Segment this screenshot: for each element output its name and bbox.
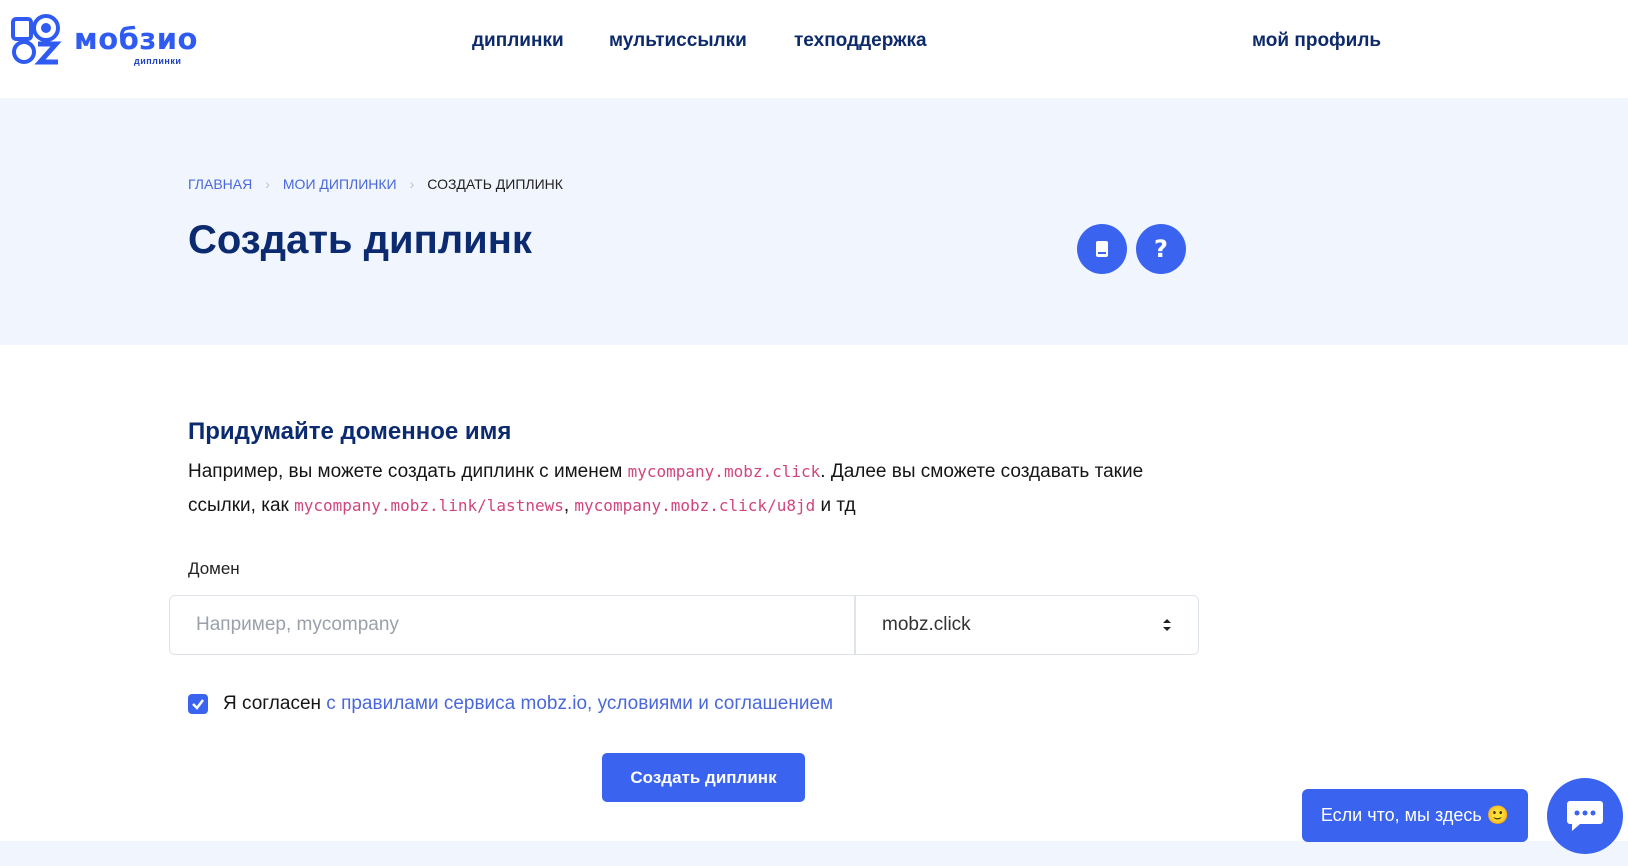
- agree-checkbox[interactable]: [188, 694, 208, 714]
- nav-multilinks[interactable]: мультиссылки: [609, 30, 747, 52]
- chat-icon: [1567, 801, 1603, 831]
- docs-button[interactable]: [1077, 224, 1127, 274]
- create-deeplink-button[interactable]: Создать диплинк: [602, 753, 805, 802]
- domain-input[interactable]: [169, 595, 855, 655]
- zone-select-value: mobz.click: [882, 614, 971, 635]
- code-example: mycompany.mobz.click: [627, 462, 821, 481]
- checkmark-icon: [192, 699, 204, 710]
- help-button[interactable]: ?: [1136, 224, 1186, 274]
- agree-text: Я согласен с правилами сервиса mobz.io, …: [223, 693, 833, 715]
- code-example: mycompany.mobz.link/lastnews: [294, 496, 564, 515]
- site-header: мобзио диплинки диплинки мультиссылки те…: [0, 0, 1628, 98]
- desc-text: и тд: [815, 495, 856, 516]
- nav-support[interactable]: техподдержка: [794, 30, 927, 52]
- sort-arrows-icon: [1163, 619, 1171, 631]
- desc-text: ,: [563, 495, 575, 516]
- zone-select[interactable]: mobz.click: [855, 595, 1199, 655]
- breadcrumb-home[interactable]: ГЛАВНАЯ: [188, 176, 252, 192]
- section-heading: Придумайте доменное имя: [188, 418, 512, 445]
- code-example: mycompany.mobz.click/u8jd: [574, 496, 816, 515]
- logo[interactable]: мобзио диплинки: [10, 14, 197, 68]
- chevron-right-icon: ›: [265, 176, 270, 192]
- logo-mark-icon: [11, 14, 62, 65]
- terms-link[interactable]: с правилами сервиса mobz.io, условиями и…: [326, 693, 833, 714]
- section-description: Например, вы можете создать диплинк с им…: [188, 455, 1188, 523]
- footer-strip: [0, 841, 1628, 866]
- logo-subtitle: диплинки: [134, 56, 182, 66]
- desc-text: Например, вы можете создать диплинк с им…: [188, 461, 628, 482]
- breadcrumb-my-deeplinks[interactable]: МОИ ДИПЛИНКИ: [283, 176, 397, 192]
- nav-profile[interactable]: мой профиль: [1252, 30, 1381, 52]
- agree-label: Я согласен: [223, 693, 327, 714]
- nav-deeplinks[interactable]: диплинки: [472, 30, 564, 52]
- chevron-right-icon: ›: [409, 176, 415, 192]
- question-icon: ?: [1154, 235, 1168, 263]
- breadcrumb: ГЛАВНАЯ › МОИ ДИПЛИНКИ › СОЗДАТЬ ДИПЛИНК: [188, 176, 563, 192]
- breadcrumb-current: СОЗДАТЬ ДИПЛИНК: [427, 176, 563, 192]
- chat-bubble[interactable]: Если что, мы здесь 🙂: [1302, 789, 1528, 842]
- page-title: Создать диплинк: [188, 218, 532, 262]
- chat-button[interactable]: [1547, 778, 1623, 854]
- logo-text: мобзио: [74, 22, 198, 56]
- book-icon: [1096, 241, 1108, 257]
- domain-label: Домен: [188, 559, 240, 578]
